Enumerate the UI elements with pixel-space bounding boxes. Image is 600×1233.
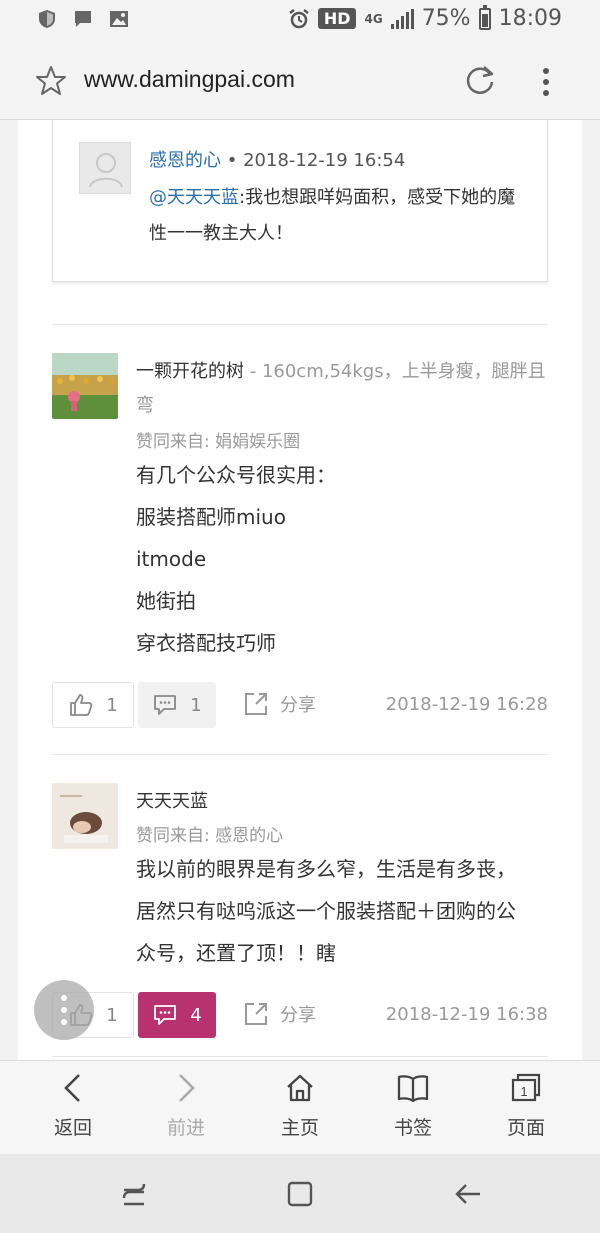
divider [52, 754, 548, 755]
answer-time: 2018-12-19 16:38 [385, 1004, 548, 1025]
bookmark-star-icon[interactable] [34, 64, 68, 98]
upvote-source: 赞同来自: 娟娟娱乐圈 [136, 432, 301, 452]
reload-icon[interactable] [462, 62, 498, 98]
browser-toolbar: 返回 前进 主页 书签 1 页面 [0, 1060, 600, 1154]
comment-count: 1 [190, 694, 202, 716]
author-name[interactable]: 一颗开花的树 [136, 361, 244, 382]
tabs-count: 1 [520, 1084, 527, 1099]
back-system-icon[interactable] [452, 1178, 484, 1210]
bookmarks-label: 书签 [393, 1117, 432, 1139]
comment-icon [154, 695, 177, 715]
answer-body: 我以前的眼界是有多么窄，生活是有多丧，居然只有哒呜派这一个服装搭配＋团购的公众号… [136, 848, 524, 974]
like-count: 1 [106, 694, 118, 716]
thumbs-up-icon [70, 694, 93, 716]
answer-actions: 1 4 分享 2018-12-19 16:38 [52, 992, 548, 1038]
image-icon [110, 11, 128, 27]
pages-button[interactable]: 1 页面 [471, 1071, 581, 1140]
book-icon [397, 1075, 429, 1103]
answer-item: 一颗开花的树 - 160cm,54kgs，上半身瘦，腿胖且弯 赞同来自: 娟娟娱… [52, 353, 548, 673]
page-content: 感恩的心 • 2018-12-19 16:54 @天天天蓝:我也想跟咩妈面积，感… [18, 120, 582, 1060]
clock: 18:09 [498, 6, 562, 31]
share-button[interactable]: 分享 [242, 690, 316, 718]
network-type: 4G [364, 11, 383, 26]
share-icon [245, 1003, 267, 1025]
reply-card: 感恩的心 • 2018-12-19 16:54 @天天天蓝:我也想跟咩妈面积，感… [52, 120, 548, 282]
status-bar: HD 4G 75% 18:09 [0, 0, 600, 42]
divider [52, 324, 548, 325]
pages-label: 页面 [506, 1117, 545, 1139]
like-button[interactable]: 1 [52, 682, 134, 728]
answer-line: itmode [136, 547, 207, 571]
back-label: 返回 [53, 1117, 92, 1139]
home-system-icon[interactable] [284, 1178, 316, 1210]
reply-meta: 感恩的心 • 2018-12-19 16:54 [149, 146, 405, 172]
author-name[interactable]: 天天天蓝 [136, 791, 208, 812]
chevron-right-icon [179, 1074, 195, 1102]
avatar[interactable] [52, 783, 118, 849]
system-navigation-bar [0, 1154, 600, 1233]
back-button[interactable]: 返回 [18, 1071, 128, 1140]
url-field[interactable]: www.damingpai.com [84, 66, 295, 93]
answer-line: 服装搭配师miuo [136, 505, 286, 529]
address-bar: www.damingpai.com [0, 42, 600, 120]
floating-menu-button[interactable] [34, 980, 94, 1040]
answer-item: 天天天蓝 赞同来自: 感恩的心 我以前的眼界是有多么窄，生活是有多丧，居然只有哒… [52, 783, 548, 983]
hd-badge: HD [317, 8, 357, 29]
home-icon [287, 1074, 313, 1102]
comment-button[interactable]: 4 [138, 992, 216, 1038]
shield-icon [39, 10, 55, 28]
avatar[interactable] [52, 353, 118, 419]
answer-line: 她街拍 [136, 589, 196, 613]
reply-author-link[interactable]: 感恩的心 [149, 150, 221, 171]
answer-body: 有几个公众号很实用： 服装搭配师miuo itmode 她街拍 穿衣搭配技巧师 [136, 454, 536, 664]
default-user-icon [89, 153, 123, 188]
recent-apps-icon[interactable] [118, 1178, 150, 1210]
home-button[interactable]: 主页 [245, 1071, 355, 1140]
bookmarks-button[interactable]: 书签 [358, 1071, 468, 1140]
battery-icon [478, 4, 491, 30]
divider [52, 1056, 548, 1057]
share-icon [245, 693, 267, 715]
forward-label: 前进 [166, 1117, 205, 1139]
reply-time: 2018-12-19 16:54 [243, 150, 406, 171]
portrait-photo [52, 783, 118, 849]
answer-line: 穿衣搭配技巧师 [136, 631, 276, 655]
reply-text: @天天天蓝:我也想跟咩妈面积，感受下她的魔性一一教主大人！ [149, 180, 529, 252]
comment-icon [154, 1005, 177, 1025]
upvote-source: 赞同来自: 感恩的心 [136, 826, 284, 846]
mention-link[interactable]: @天天天蓝 [149, 187, 239, 208]
answer-actions: 1 1 分享 2018-12-19 16:28 [52, 682, 548, 728]
answer-line: 有几个公众号很实用： [136, 463, 336, 487]
like-count: 1 [106, 1004, 118, 1026]
separator: • [226, 150, 238, 171]
battery-percent: 75% [421, 6, 471, 31]
answer-line: 我以前的眼界是有多么窄，生活是有多丧，居然只有哒呜派这一个服装搭配＋团购的公众号… [136, 857, 516, 965]
share-button[interactable]: 分享 [242, 1000, 316, 1028]
signal-icon [390, 8, 414, 29]
share-label: 分享 [280, 695, 316, 716]
avatar[interactable] [79, 142, 131, 194]
share-label: 分享 [280, 1005, 316, 1026]
home-label: 主页 [280, 1117, 319, 1139]
tabs-icon: 1 [511, 1073, 541, 1102]
message-icon [75, 11, 91, 27]
more-menu-icon[interactable] [538, 66, 554, 98]
answer-time: 2018-12-19 16:28 [385, 694, 548, 715]
flower-field-photo [52, 353, 118, 419]
alarm-icon [289, 8, 309, 28]
author-line: 天天天蓝 [136, 785, 548, 819]
chevron-left-icon [64, 1074, 80, 1102]
comment-count: 4 [190, 1004, 202, 1026]
comment-button[interactable]: 1 [138, 682, 216, 728]
forward-button[interactable]: 前进 [131, 1071, 241, 1140]
author-line: 一颗开花的树 - 160cm,54kgs，上半身瘦，腿胖且弯 [136, 355, 548, 423]
